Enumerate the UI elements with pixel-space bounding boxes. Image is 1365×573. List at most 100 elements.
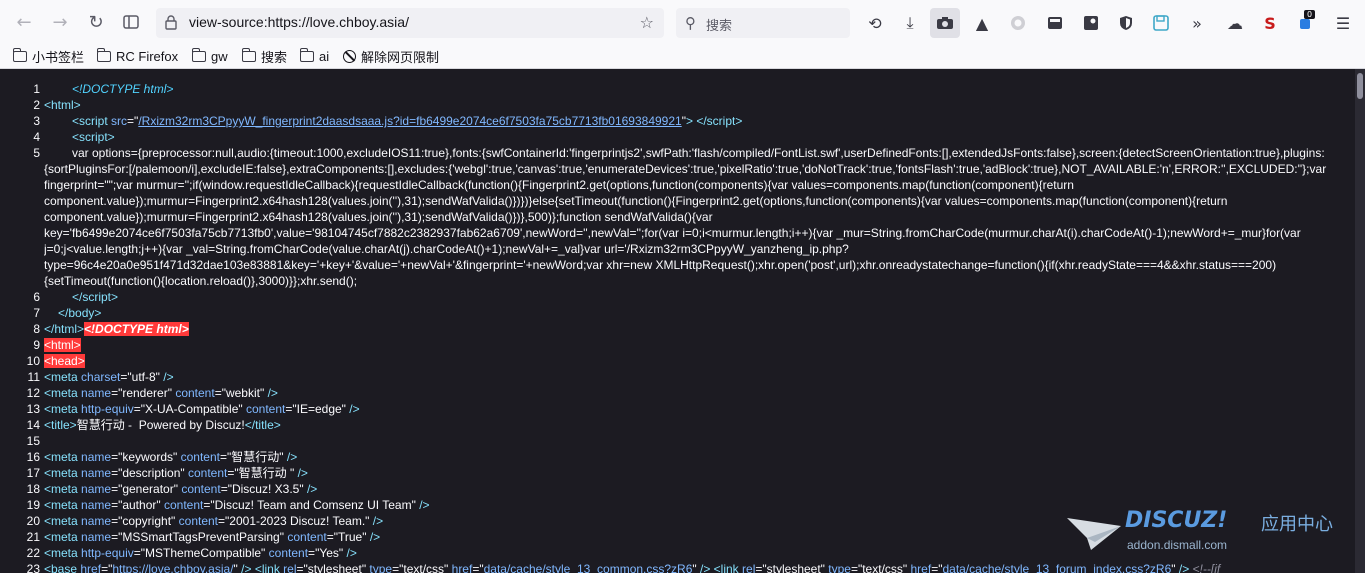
folder-icon — [300, 47, 314, 62]
line-number: 13 — [26, 402, 40, 416]
line-number: 17 — [26, 466, 40, 480]
overflow-chevron-icon[interactable]: » — [1182, 8, 1212, 38]
code-line: <script> — [72, 130, 115, 144]
page-info-icon[interactable] — [164, 14, 178, 30]
bookmark-label: 搜索 — [261, 49, 288, 65]
code-line: <title>智慧行动 - Powered by Discuz!</title> — [44, 418, 281, 432]
base-href-link[interactable]: https://love.chboy.asia/ — [112, 562, 233, 573]
bookmark-label: ai — [319, 48, 330, 64]
no-entry-icon — [343, 49, 356, 63]
search-icon: ⚲ — [685, 14, 696, 32]
bookmark-label: 小书签栏 — [32, 49, 85, 65]
download-icon[interactable]: ⤓ — [895, 8, 925, 38]
line-number: 4 — [33, 130, 40, 144]
line-number: 1 — [33, 82, 40, 96]
bookmark-star-icon[interactable]: ☆ — [640, 13, 654, 32]
code-line: <meta name="description" content="智慧行动 "… — [44, 466, 308, 480]
undo-close-tab-icon[interactable]: ⟲ — [860, 8, 890, 38]
bookmark-label: 解除网页限制 — [361, 49, 440, 65]
line-number: 3 — [33, 114, 40, 128]
bookmark-folder[interactable]: 小书签栏 — [13, 47, 84, 65]
line-number: 5 — [33, 146, 40, 160]
bookmark-folder[interactable]: 搜索 — [242, 47, 287, 65]
search-box[interactable]: ⚲ 搜索 — [676, 8, 850, 38]
folder-icon — [192, 47, 206, 62]
url-bar[interactable]: view-source:https://love.chboy.asia/ ☆ — [156, 8, 664, 38]
code-line: </script> — [72, 290, 119, 304]
bookmark-folder[interactable]: ai — [300, 47, 329, 65]
s-extension-icon[interactable]: S — [1255, 8, 1285, 38]
line-number: 8 — [33, 322, 40, 336]
line-number: 6 — [33, 290, 40, 304]
code-line: </body> — [58, 306, 102, 320]
line-number: 14 — [26, 418, 40, 432]
css-link[interactable]: data/cache/style_13_forum_index.css?zR6 — [942, 562, 1171, 573]
forward-icon[interactable]: → — [46, 8, 74, 36]
code-line: <meta name="keywords" content="智慧行动" /> — [44, 450, 298, 464]
line-number: 21 — [26, 530, 40, 544]
bookmarks-toolbar: 小书签栏 RC Firefox gw 搜索 ai 解除网页限制 — [0, 44, 1365, 69]
rocket-icon[interactable]: ▲ — [967, 8, 997, 38]
code-line: <meta http-equiv="X-UA-Compatible" conte… — [44, 402, 360, 416]
bookmark-label: RC Firefox — [116, 48, 179, 64]
search-placeholder: 搜索 — [706, 19, 733, 34]
code-line: <head> — [44, 353, 1344, 369]
reload-icon[interactable]: ↻ — [82, 8, 110, 36]
save-extension-icon[interactable] — [1146, 8, 1176, 38]
code-line: </html><!DOCTYPE html> — [44, 322, 189, 336]
line-number: 11 — [27, 370, 40, 384]
paper-plane-icon — [1067, 518, 1121, 550]
bookmark-item[interactable]: 解除网页限制 — [343, 47, 439, 65]
bookmark-folder[interactable]: RC Firefox — [97, 47, 178, 65]
error-html-tag: <html> — [44, 338, 81, 352]
cloud-extension-icon[interactable]: ☁ — [1220, 8, 1250, 38]
container-extension-icon[interactable] — [1040, 8, 1070, 38]
folder-icon — [13, 47, 27, 62]
discuz-brand: DISCUZ! — [1125, 508, 1228, 533]
source-view: 1 2 3 4 5 6 7 8 9 10 11 12 13 14 15 16 1… — [0, 69, 1355, 573]
vertical-scrollbar[interactable] — [1355, 69, 1365, 573]
code-line: <meta name="renderer" content="webkit" /… — [44, 386, 278, 400]
code-line: <meta charset="utf-8" /> — [44, 370, 174, 384]
app-center-label: 应用中心 — [1261, 514, 1333, 535]
menu-icon[interactable]: ☰ — [1328, 8, 1358, 38]
code-line: <script src="/Rxizm32rm3CPpyyW_fingerpri… — [72, 114, 743, 128]
line-number: 20 — [26, 514, 40, 528]
line-number: 2 — [33, 98, 40, 112]
css-link[interactable]: data/cache/style_13_common.css?zR6 — [484, 562, 693, 573]
bookmark-folder[interactable]: gw — [192, 47, 228, 65]
line-number: 18 — [26, 482, 40, 496]
error-head-tag: <head> — [44, 354, 85, 368]
code-line: <meta name="generator" content="Discuz! … — [44, 482, 318, 496]
circle-extension-icon[interactable] — [1003, 8, 1033, 38]
code-line: <!DOCTYPE html> — [72, 81, 1355, 97]
addon-url: addon.dismall.com — [1127, 538, 1228, 552]
line-number: 10 — [26, 354, 40, 368]
script-body: var options={preprocessor:null,audio:{ti… — [44, 146, 1327, 288]
bookmark-label: gw — [211, 48, 228, 64]
steam-extension-icon[interactable] — [1076, 8, 1106, 38]
code-line: <html> — [44, 337, 1344, 353]
line-number: 19 — [26, 498, 40, 512]
folder-icon — [97, 47, 111, 62]
line-number: 23 — [26, 562, 40, 573]
script-src-link[interactable]: /Rxizm32rm3CPpyyW_fingerprint2daasdsaaa.… — [138, 114, 681, 128]
back-icon[interactable]: ← — [10, 8, 38, 36]
line-number: 12 — [26, 386, 40, 400]
line-number: 15 — [26, 434, 40, 448]
screenshot-icon[interactable] — [930, 8, 960, 38]
line-number: 7 — [33, 306, 40, 320]
scrollbar-thumb[interactable] — [1357, 73, 1363, 99]
extension-badge: 0 — [1304, 10, 1316, 19]
code-line: <base href="https://love.chboy.asia/" />… — [44, 561, 1344, 573]
discuz-watermark: DISCUZ! 应用中心 addon.dismall.com — [1065, 508, 1355, 558]
error-doctype: <!DOCTYPE html> — [84, 322, 189, 336]
folder-icon — [242, 47, 256, 62]
sidebar-toggle-icon[interactable] — [117, 8, 145, 36]
shield-extension-icon[interactable] — [1111, 8, 1141, 38]
browser-toolbar: ← → ↻ view-source:https://love.chboy.asi… — [0, 0, 1365, 44]
line-number: 16 — [26, 450, 40, 464]
url-text[interactable]: view-source:https://love.chboy.asia/ — [189, 14, 409, 30]
doctype-comment: <!DOCTYPE html> — [72, 82, 174, 96]
code-line: <html> — [44, 98, 81, 112]
